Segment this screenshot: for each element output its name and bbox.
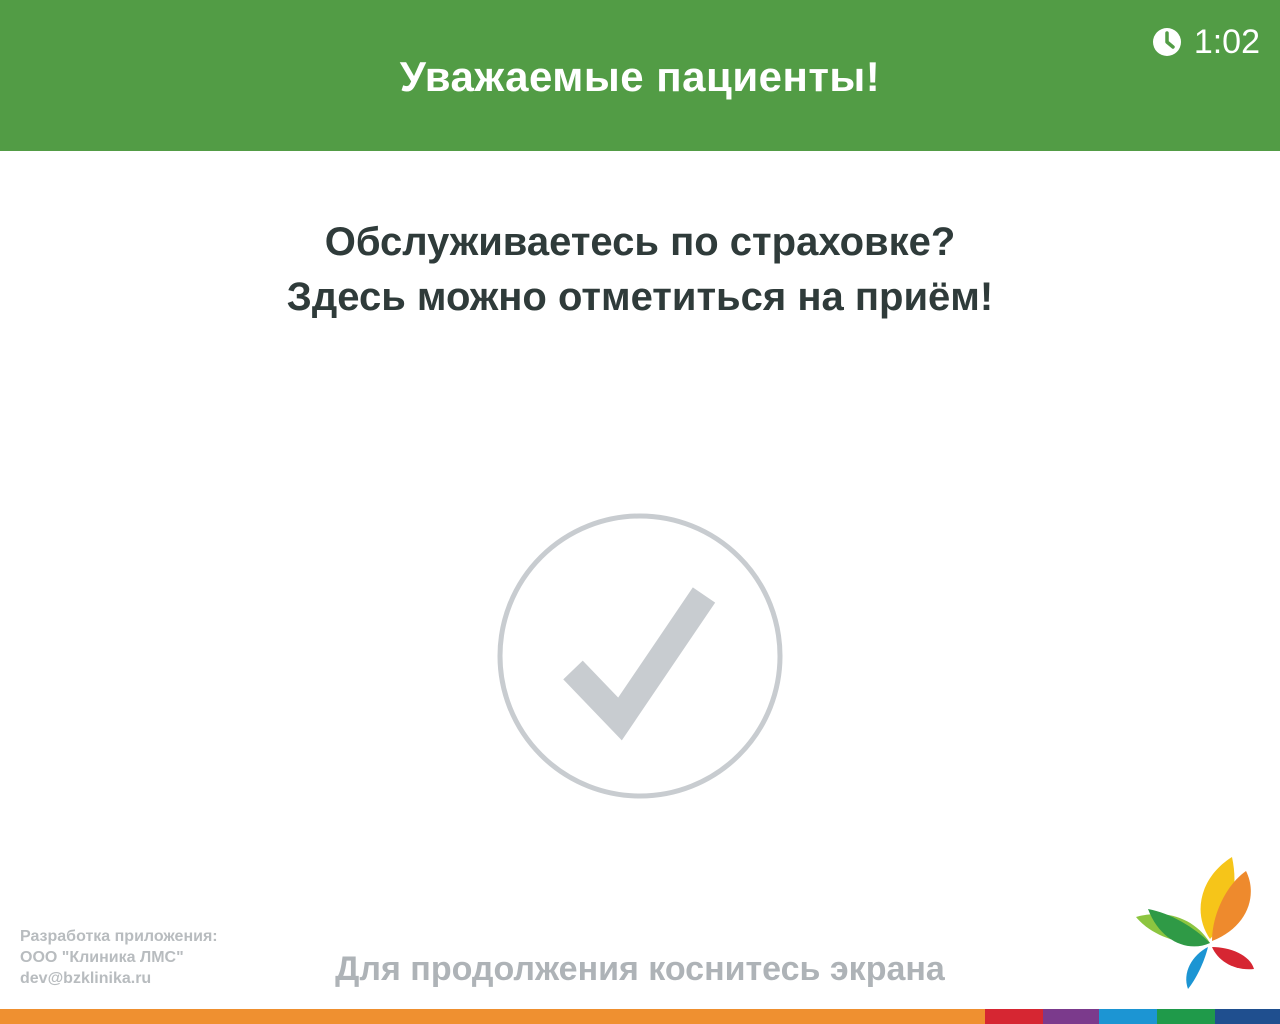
session-timer: 1:02 [1152, 22, 1260, 62]
stripe-red [985, 1009, 1043, 1024]
developer-label: Разработка приложения: [20, 928, 218, 945]
welcome-message: Обслуживаетесь по страховке? Здесь можно… [0, 215, 1280, 325]
kiosk-screen[interactable]: Уважаемые пациенты! 1:02 Обслуживаетесь … [0, 0, 1280, 1024]
message-line-1: Обслуживаетесь по страховке? [324, 220, 956, 264]
color-stripe [0, 1009, 1280, 1024]
checkmark-circle-icon [497, 513, 783, 799]
stripe-green [1157, 1009, 1215, 1024]
header-bar: Уважаемые пациенты! 1:02 [0, 0, 1280, 151]
timer-value: 1:02 [1193, 23, 1260, 61]
stripe-purple [1043, 1009, 1099, 1024]
page-title: Уважаемые пациенты! [399, 53, 881, 100]
touch-to-continue-hint: Для продолжения коснитесь экрана [335, 950, 945, 988]
clock-icon [1152, 28, 1181, 56]
message-line-2: Здесь можно отметиться на приём! [286, 275, 994, 319]
stripe-blue [1099, 1009, 1157, 1024]
stripe-orange [0, 1009, 985, 1024]
stripe-navy [1215, 1009, 1280, 1024]
clinic-logo [1136, 857, 1254, 989]
